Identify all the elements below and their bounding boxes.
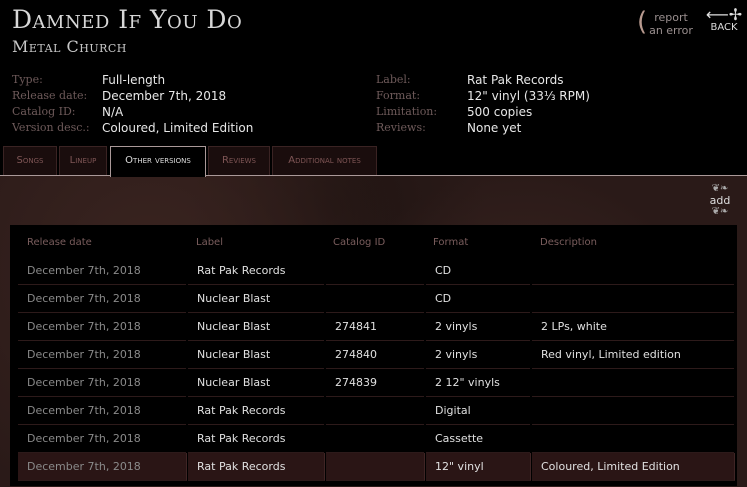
table-row[interactable]: December 7th, 2018 Nuclear Blast 274840 2 v… <box>18 341 734 369</box>
album-title: Damned If You Do <box>12 5 243 34</box>
left-detail-value: December 7th, 2018 <box>102 89 227 103</box>
table-cell: December 7th, 2018 <box>18 369 186 397</box>
table-cell: December 7th, 2018 <box>18 285 186 313</box>
table-cell <box>326 285 424 313</box>
report-error-label: report an error <box>647 11 695 37</box>
details-left: Type: Full-length Release date: December 7t… <box>12 73 352 137</box>
right-detail-label: Limitation: <box>376 105 438 118</box>
table-cell: 2 LPs, white <box>532 313 734 341</box>
table-cell <box>326 397 424 425</box>
report-line-1: report <box>654 11 688 24</box>
tab-additional-notes[interactable]: Additional notes <box>272 146 377 175</box>
add-version-button[interactable]: ❦❧ add ❦❧ <box>706 184 734 217</box>
table-cell: Red vinyl, Limited edition <box>532 341 734 369</box>
table-cell[interactable]: Nuclear Blast <box>188 369 324 397</box>
table-cell[interactable]: Rat Pak Records <box>188 257 324 285</box>
table-cell: 2 vinyls <box>426 313 530 341</box>
table-cell <box>326 453 425 481</box>
table-cell[interactable]: Rat Pak Records <box>188 397 324 425</box>
table-cell: 274841 <box>326 313 424 341</box>
table-cell: Coloured, Limited Edition <box>532 453 735 481</box>
back-button[interactable]: ⟵✢ BACK <box>705 5 743 34</box>
left-detail-value: N/A <box>102 105 124 119</box>
table-row[interactable]: December 7th, 2018 Rat Pak Records Digital <box>18 397 734 425</box>
column-header[interactable]: Format <box>433 237 468 248</box>
band-name-link[interactable]: Metal Church <box>12 37 127 56</box>
ornament-icon: ( <box>637 7 648 37</box>
table-cell: Digital <box>426 397 530 425</box>
table-cell[interactable]: Nuclear Blast <box>188 285 324 313</box>
left-detail-label: Type: <box>12 73 43 86</box>
table-cell: 274840 <box>326 341 424 369</box>
table-cell <box>532 285 734 313</box>
table-cell: December 7th, 2018 <box>18 453 187 481</box>
table-cell: 274839 <box>326 369 424 397</box>
tab-lineup[interactable]: Lineup <box>59 146 107 175</box>
table-cell[interactable]: Nuclear Blast <box>188 313 324 341</box>
table-cell <box>532 257 734 285</box>
table-cell: 2 vinyls <box>426 341 530 369</box>
table-row[interactable]: December 7th, 2018 Nuclear Blast CD <box>18 285 734 313</box>
table-cell: December 7th, 2018 <box>18 313 186 341</box>
back-label: BACK <box>710 22 738 33</box>
table-cell: CD <box>426 257 530 285</box>
right-detail-value[interactable]: Rat Pak Records <box>467 73 563 87</box>
ornament-bottom-icon: ❦❧ <box>711 206 729 217</box>
right-detail-value: 12" vinyl (33⅓ RPM) <box>467 89 590 103</box>
report-line-2: an error <box>649 24 693 37</box>
tab-songs[interactable]: Songs <box>3 146 57 175</box>
right-detail-label: Label: <box>376 73 411 86</box>
table-row[interactable]: December 7th, 2018 Nuclear Blast 274841 2 v… <box>18 313 734 341</box>
column-header[interactable]: Catalog ID <box>333 237 385 248</box>
column-header[interactable]: Release date <box>27 237 92 248</box>
table-cell: December 7th, 2018 <box>18 341 186 369</box>
back-arrow-icon: ⟵✢ <box>705 5 743 24</box>
table-cell: December 7th, 2018 <box>18 257 186 285</box>
table-cell: Cassette <box>426 425 530 453</box>
table-row[interactable]: December 7th, 2018 Rat Pak Records 12" vin… <box>18 453 735 481</box>
left-detail-value: Full-length <box>102 73 166 87</box>
right-detail-value: 500 copies <box>467 105 533 119</box>
table-row[interactable]: December 7th, 2018 Nuclear Blast 274839 2 1… <box>18 369 734 397</box>
table-row[interactable]: December 7th, 2018 Rat Pak Records Cassett… <box>18 425 734 453</box>
table-cell[interactable]: Rat Pak Records <box>188 453 325 481</box>
table-cell[interactable]: Nuclear Blast <box>188 341 324 369</box>
column-header[interactable]: Description <box>540 237 597 248</box>
right-detail-value: None yet <box>467 121 522 135</box>
details-right: Label: Rat Pak Records Format: 12" vinyl (3… <box>376 73 716 137</box>
table-cell: December 7th, 2018 <box>18 397 186 425</box>
ornament-top-icon: ❦❧ <box>711 183 729 194</box>
right-detail-label: Reviews: <box>376 121 426 134</box>
table-cell: 12" vinyl <box>426 453 531 481</box>
left-detail-label: Catalog ID: <box>12 105 76 118</box>
table-cell <box>532 397 734 425</box>
column-header[interactable]: Label <box>196 237 223 248</box>
left-detail-label: Version desc.: <box>12 121 90 134</box>
report-error-button[interactable]: ( report an error <box>637 6 695 40</box>
left-detail-label: Release date: <box>12 89 88 102</box>
versions-table: Release date Label Catalog ID Format Descrip… <box>10 225 737 486</box>
table-cell[interactable]: Rat Pak Records <box>188 425 324 453</box>
table-cell <box>532 369 734 397</box>
table-cell: December 7th, 2018 <box>18 425 186 453</box>
table-cell: 2 12" vinyls <box>426 369 530 397</box>
table-cell <box>326 425 424 453</box>
table-cell: CD <box>426 285 530 313</box>
table-row[interactable]: December 7th, 2018 Rat Pak Records CD <box>18 257 734 285</box>
table-cell <box>532 425 734 453</box>
table-cell <box>326 257 424 285</box>
left-detail-value: Coloured, Limited Edition <box>102 121 254 135</box>
tab-reviews[interactable]: Reviews <box>208 146 270 175</box>
right-detail-label: Format: <box>376 89 421 102</box>
tab-other-versions[interactable]: Other versions <box>110 146 206 177</box>
